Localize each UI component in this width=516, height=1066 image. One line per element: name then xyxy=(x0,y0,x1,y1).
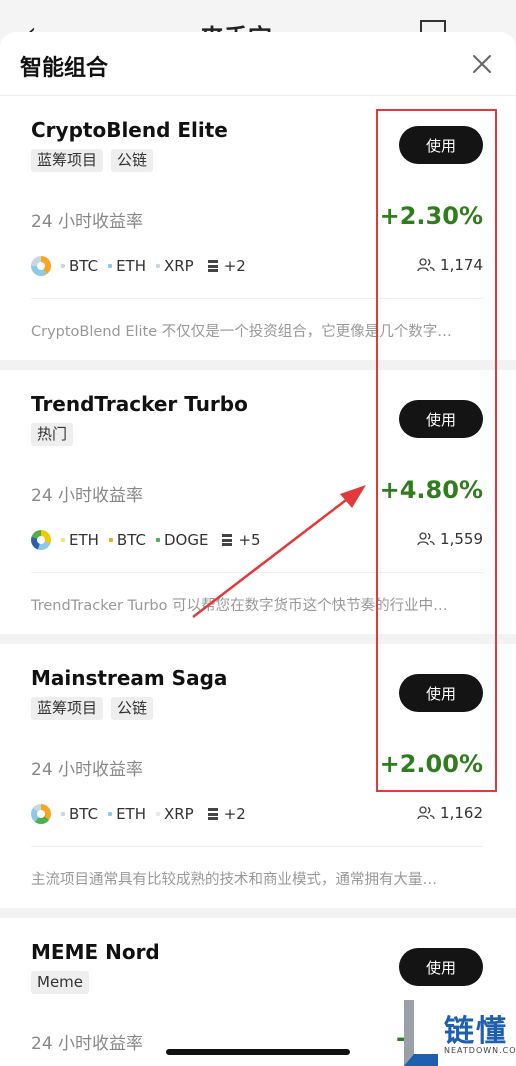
coin-item: DOGE xyxy=(155,531,209,549)
coins-stack-icon xyxy=(222,534,233,546)
coin-dot xyxy=(61,264,65,268)
coin-dot xyxy=(155,264,160,268)
yield-label: 24 小时收益率 xyxy=(31,760,144,780)
coins-stack-icon xyxy=(207,260,218,272)
tag-list: Meme xyxy=(31,971,90,994)
coin-symbol: ETH xyxy=(69,531,99,549)
coin-list: BTC ETH XRP +2 xyxy=(31,804,246,824)
coin-symbol: DOGE xyxy=(163,531,209,549)
close-icon[interactable] xyxy=(470,52,494,76)
more-coins-count: +2 xyxy=(223,257,246,275)
coin-list: ETH BTC DOGE +5 xyxy=(31,530,261,550)
watermark-text: 链懂 xyxy=(444,1014,508,1049)
sheet-header: 智能组合 xyxy=(0,32,516,96)
watermark: 链懂 NEATDOWN.COM xyxy=(400,996,516,1066)
portfolio-name: MEME Nord xyxy=(31,940,160,964)
tag-list: 热门 xyxy=(31,423,74,446)
coin-dot xyxy=(108,538,113,542)
coin-symbol: ETH xyxy=(116,805,146,823)
allocation-pie-icon xyxy=(31,804,51,824)
coin-item: XRP xyxy=(155,257,194,275)
divider xyxy=(31,846,483,847)
tag: 蓝筹项目 xyxy=(31,149,104,172)
tag: 公链 xyxy=(111,149,154,172)
watermark-subtext: NEATDOWN.COM xyxy=(444,1046,516,1055)
tag-list: 蓝筹项目 公链 xyxy=(31,697,154,720)
users-icon xyxy=(417,806,435,820)
yield-label: 24 小时收益率 xyxy=(31,1034,144,1054)
user-count: 1,162 xyxy=(417,804,483,822)
tag: 蓝筹项目 xyxy=(31,697,104,720)
coin-dot xyxy=(108,264,113,268)
coin-dot xyxy=(61,812,65,816)
coins-stack-icon xyxy=(207,808,218,820)
portfolio-name: Mainstream Saga xyxy=(31,666,228,690)
coin-symbol: BTC xyxy=(69,257,99,275)
yield-label: 24 小时收益率 xyxy=(31,212,144,232)
portfolio-description: 主流项目通常具有比较成熟的技术和商业模式，通常拥有大量… xyxy=(31,872,437,888)
coin-item: XRP xyxy=(155,805,194,823)
allocation-pie-icon xyxy=(31,256,51,276)
user-count-value: 1,162 xyxy=(440,804,483,822)
use-button[interactable]: 使用 xyxy=(399,948,483,986)
coin-item: ETH xyxy=(108,805,146,823)
coin-symbol: XRP xyxy=(163,257,194,275)
coin-item: BTC xyxy=(61,805,98,823)
tag: 热门 xyxy=(31,423,74,446)
coin-symbol: BTC xyxy=(116,531,146,549)
portfolio-name: TrendTracker Turbo xyxy=(31,392,248,416)
yield-label: 24 小时收益率 xyxy=(31,486,144,506)
sheet-title: 智能组合 xyxy=(20,56,109,81)
allocation-pie-icon xyxy=(31,530,51,550)
coin-list: BTC ETH XRP +2 xyxy=(31,256,246,276)
watermark-logo-icon xyxy=(404,1000,438,1066)
coin-item: ETH xyxy=(61,531,99,549)
tag-list: 蓝筹项目 公链 xyxy=(31,149,154,172)
portfolio-name: CryptoBlend Elite xyxy=(31,118,228,142)
coin-symbol: ETH xyxy=(116,257,146,275)
coin-symbol: BTC xyxy=(69,805,99,823)
coin-item: BTC xyxy=(108,531,146,549)
coin-dot xyxy=(155,812,160,816)
coin-symbol: XRP xyxy=(163,805,194,823)
coin-dot xyxy=(155,538,160,542)
home-indicator xyxy=(166,1049,350,1055)
coin-item: BTC xyxy=(61,257,98,275)
coin-item: ETH xyxy=(108,257,146,275)
tag: 公链 xyxy=(111,697,154,720)
highlight-box xyxy=(376,109,497,792)
tag: Meme xyxy=(31,971,90,994)
more-coins-count: +5 xyxy=(238,531,261,549)
more-coins-count: +2 xyxy=(223,805,246,823)
coin-dot xyxy=(108,812,113,816)
coin-dot xyxy=(61,538,65,542)
